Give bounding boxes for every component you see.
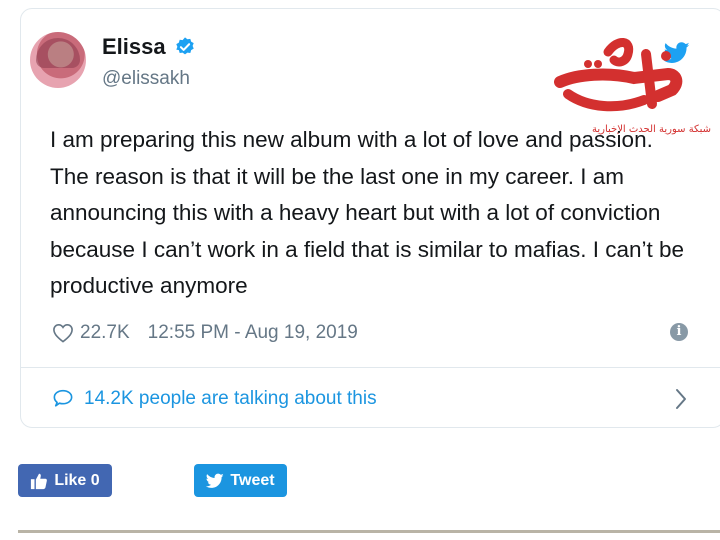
like-count[interactable]: 22.7K: [80, 322, 130, 344]
twitter-bird-icon: [206, 473, 225, 488]
facebook-like-button[interactable]: Like 0: [18, 464, 112, 497]
thumbs-up-icon: [31, 473, 48, 489]
author-row: Elissa: [102, 34, 196, 60]
conversation-label[interactable]: 14.2K people are talking about this: [84, 388, 377, 410]
heart-icon[interactable]: [52, 323, 74, 343]
avatar[interactable]: [30, 32, 86, 88]
chat-bubble-icon: [53, 389, 73, 407]
bottom-rule: [18, 530, 720, 533]
tweet-meta: 22.7K 12:55 PM - Aug 19, 2019 i: [52, 318, 692, 348]
author-name[interactable]: Elissa: [102, 34, 166, 60]
watermark-logo: [554, 38, 683, 112]
info-icon[interactable]: i: [670, 323, 688, 341]
like-button-label: Like 0: [54, 471, 100, 489]
chevron-right-icon[interactable]: [674, 388, 688, 410]
conversation-link[interactable]: 14.2K people are talking about this: [52, 384, 692, 414]
tweet-button-label: Tweet: [230, 471, 275, 489]
verified-badge-icon: [175, 37, 194, 55]
tweet-button[interactable]: Tweet: [194, 464, 287, 497]
tweet-text: I am preparing this new album with a lot…: [50, 127, 685, 298]
author-handle[interactable]: @elissakh: [102, 68, 190, 90]
tweet-timestamp[interactable]: 12:55 PM - Aug 19, 2019: [148, 322, 358, 344]
card-divider: [20, 367, 720, 368]
